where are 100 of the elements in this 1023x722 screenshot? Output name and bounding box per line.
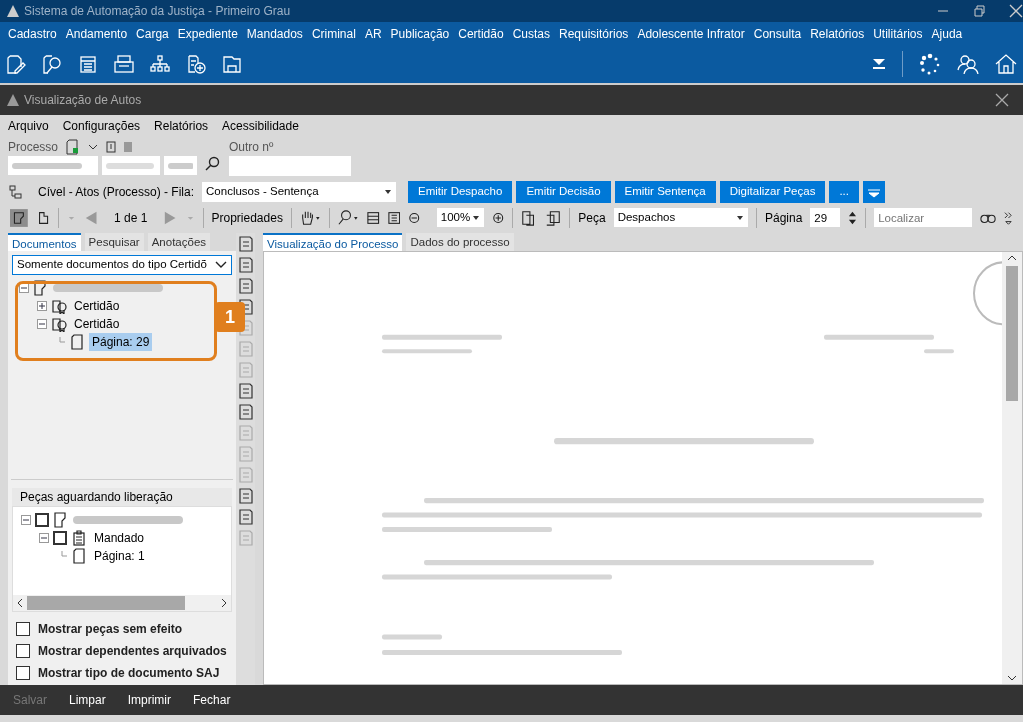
scrollbar-thumb[interactable] <box>27 596 185 610</box>
menu-item[interactable]: Relatórios <box>154 116 209 135</box>
search-field[interactable]: Localizar <box>874 208 973 227</box>
tab[interactable]: Pesquisar <box>84 233 144 251</box>
tree-item[interactable]: Certidão <box>71 297 123 315</box>
users-icon[interactable] <box>957 54 979 74</box>
menu-item[interactable]: Publicação <box>386 24 454 43</box>
document-icon <box>53 512 69 528</box>
checkbox[interactable] <box>16 666 30 680</box>
calendar-icon[interactable] <box>78 54 98 74</box>
checkbox-label[interactable]: Mostrar dependentes arquivados <box>38 642 227 660</box>
info-icon[interactable] <box>106 141 117 153</box>
dropdown-icon[interactable] <box>872 58 886 70</box>
tab[interactable]: Documentos <box>8 233 81 251</box>
restore-icon[interactable] <box>973 5 985 17</box>
menu-item[interactable]: Configurações <box>62 116 141 135</box>
page-number-field[interactable]: 29 <box>810 208 841 227</box>
app-logo-icon <box>6 4 20 18</box>
hierarchy-icon <box>8 184 22 199</box>
collapse-icon[interactable] <box>39 533 49 543</box>
chevron-down-icon[interactable] <box>215 261 227 269</box>
menu-item[interactable]: Criminal <box>307 24 360 43</box>
tree-item[interactable]: Certidão <box>71 315 123 333</box>
add-document-icon[interactable] <box>186 54 206 74</box>
tree-item[interactable]: Mandado <box>91 529 148 547</box>
folder-icon[interactable] <box>222 54 242 74</box>
page-icon <box>71 548 87 564</box>
zoom-tool-icon[interactable] <box>338 208 360 227</box>
piece-select[interactable]: Despachos <box>613 208 749 227</box>
menu-item[interactable]: AR <box>360 24 386 43</box>
zoom-in-icon[interactable] <box>492 210 505 225</box>
action-button[interactable]: Emitir Sentença <box>614 180 716 203</box>
document-icon <box>33 280 49 296</box>
properties-button[interactable]: Propriedades <box>211 208 283 227</box>
window-title: Sistema de Automação da Justiça - Primeiro Grau <box>24 3 291 20</box>
tab[interactable]: Dados do processo <box>406 233 514 251</box>
menu-item[interactable]: Relatórios <box>806 24 869 43</box>
close-icon[interactable] <box>1009 4 1023 18</box>
tab[interactable]: Anotações <box>147 233 211 251</box>
menu-item[interactable]: Expediente <box>173 24 242 43</box>
clipboard-icon <box>71 530 87 546</box>
other-number-field[interactable] <box>229 156 351 176</box>
spinner-icon[interactable] <box>848 209 858 226</box>
tree-item[interactable]: Página: 1 <box>91 547 148 565</box>
search-document-icon[interactable] <box>42 54 62 74</box>
checkbox[interactable] <box>16 622 30 636</box>
fit-page-icon[interactable] <box>387 210 401 225</box>
menu-item[interactable]: Mandados <box>242 24 307 43</box>
action-button[interactable]: ... <box>829 180 859 203</box>
collapse-button[interactable] <box>863 180 885 203</box>
import-page-icon[interactable] <box>545 208 562 227</box>
menu-item[interactable]: Cadastro <box>4 24 61 43</box>
menu-item[interactable]: Adolescente Infrator <box>633 24 749 43</box>
collapse-icon[interactable] <box>21 515 31 525</box>
checkbox-label[interactable]: Mostrar tipo de documento SAJ <box>38 664 220 682</box>
footer-button[interactable]: Fechar <box>193 691 231 709</box>
loading-icon[interactable] <box>919 53 941 75</box>
document-icon[interactable] <box>66 139 81 155</box>
action-button[interactable]: Digitalizar Peças <box>719 180 826 203</box>
menu-item[interactable]: Certidão <box>454 24 508 43</box>
search-icon[interactable] <box>205 156 221 172</box>
menu-item[interactable]: Requisitórios <box>555 24 633 43</box>
footer-button[interactable]: Imprimir <box>127 691 172 709</box>
page-view-button[interactable] <box>10 207 28 228</box>
redacted-text <box>12 162 82 169</box>
zoom-select[interactable]: 100% <box>436 208 484 227</box>
close-icon[interactable] <box>995 93 1009 107</box>
queue-select[interactable]: Conclusos - Sentença <box>202 181 397 202</box>
action-button[interactable]: Emitir Decisão <box>516 180 611 203</box>
tab[interactable]: Visualização do Processo <box>263 233 403 251</box>
menu-item[interactable]: Acessibilidade <box>222 116 299 135</box>
collapse-icon[interactable] <box>19 283 29 293</box>
hierarchy-icon[interactable] <box>150 54 170 74</box>
window-title: Visualização de Autos <box>24 92 142 109</box>
tree-item[interactable]: Página: 29 <box>89 333 153 351</box>
menu-item[interactable]: Carga <box>132 24 173 43</box>
scrollbar-thumb[interactable] <box>1006 266 1018 401</box>
fit-width-icon[interactable] <box>367 210 380 225</box>
process-number-field[interactable] <box>8 156 197 176</box>
expand-icon[interactable] <box>37 301 47 311</box>
footer-button[interactable]: Limpar <box>69 691 106 709</box>
printer-icon[interactable] <box>114 54 134 74</box>
collapse-icon[interactable] <box>37 319 47 329</box>
checkbox[interactable] <box>53 531 67 545</box>
filter-select[interactable]: Somente documentos do tipo Certidõ <box>12 255 232 275</box>
edit-document-icon[interactable] <box>6 54 26 74</box>
menu-item[interactable]: Arquivo <box>8 116 49 135</box>
menu-item[interactable]: Ajuda <box>927 24 967 43</box>
menu-item[interactable]: Custas <box>508 24 554 43</box>
checkbox[interactable] <box>16 644 30 658</box>
checkbox-label[interactable]: Mostrar peças sem efeito <box>38 620 183 638</box>
home-icon[interactable] <box>995 54 1017 74</box>
checkbox[interactable] <box>35 513 49 527</box>
menu-item[interactable]: Consulta <box>749 24 806 43</box>
overflow-icon[interactable] <box>1004 209 1014 226</box>
chevron-down-icon[interactable] <box>88 143 99 151</box>
zoom-out-icon[interactable] <box>408 210 421 225</box>
action-button[interactable]: Emitir Despacho <box>408 180 513 203</box>
menu-item[interactable]: Utilitários <box>869 24 927 43</box>
menu-item[interactable]: Andamento <box>61 24 132 43</box>
